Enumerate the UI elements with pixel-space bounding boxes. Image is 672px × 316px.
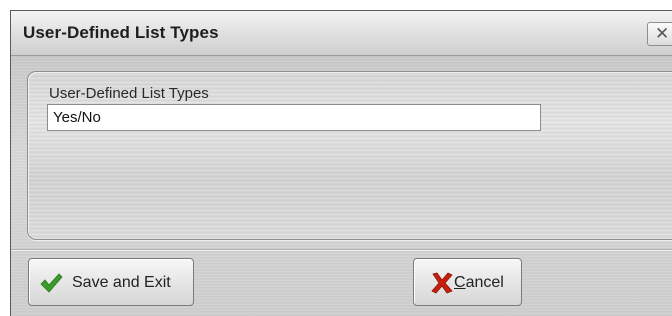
window-title: User-Defined List Types — [23, 23, 219, 42]
title-bar[interactable]: User-Defined List Types ✕ — [11, 11, 672, 56]
save-and-exit-button[interactable]: Save and Exit — [28, 258, 194, 306]
list-type-field[interactable]: Yes/No — [47, 104, 541, 131]
cancel-label-rest: ancel — [465, 274, 504, 291]
cancel-button[interactable]: Cancel — [413, 258, 522, 306]
dialog-body: User-Defined List Types Yes/No Save and … — [11, 56, 672, 316]
cancel-mnemonic: C — [454, 274, 466, 291]
footer-divider — [11, 249, 672, 250]
checkmark-icon — [40, 273, 63, 293]
x-icon — [431, 272, 453, 294]
list-types-label: User-Defined List Types — [49, 85, 209, 102]
close-icon: ✕ — [655, 24, 670, 44]
list-types-panel: User-Defined List Types Yes/No — [27, 71, 672, 240]
save-and-exit-label: Save and Exit — [72, 274, 171, 291]
close-button[interactable]: ✕ — [647, 22, 672, 46]
cancel-label: Cancel — [454, 274, 504, 292]
dialog-window: User-Defined List Types ✕ User-Defined L… — [10, 10, 672, 316]
